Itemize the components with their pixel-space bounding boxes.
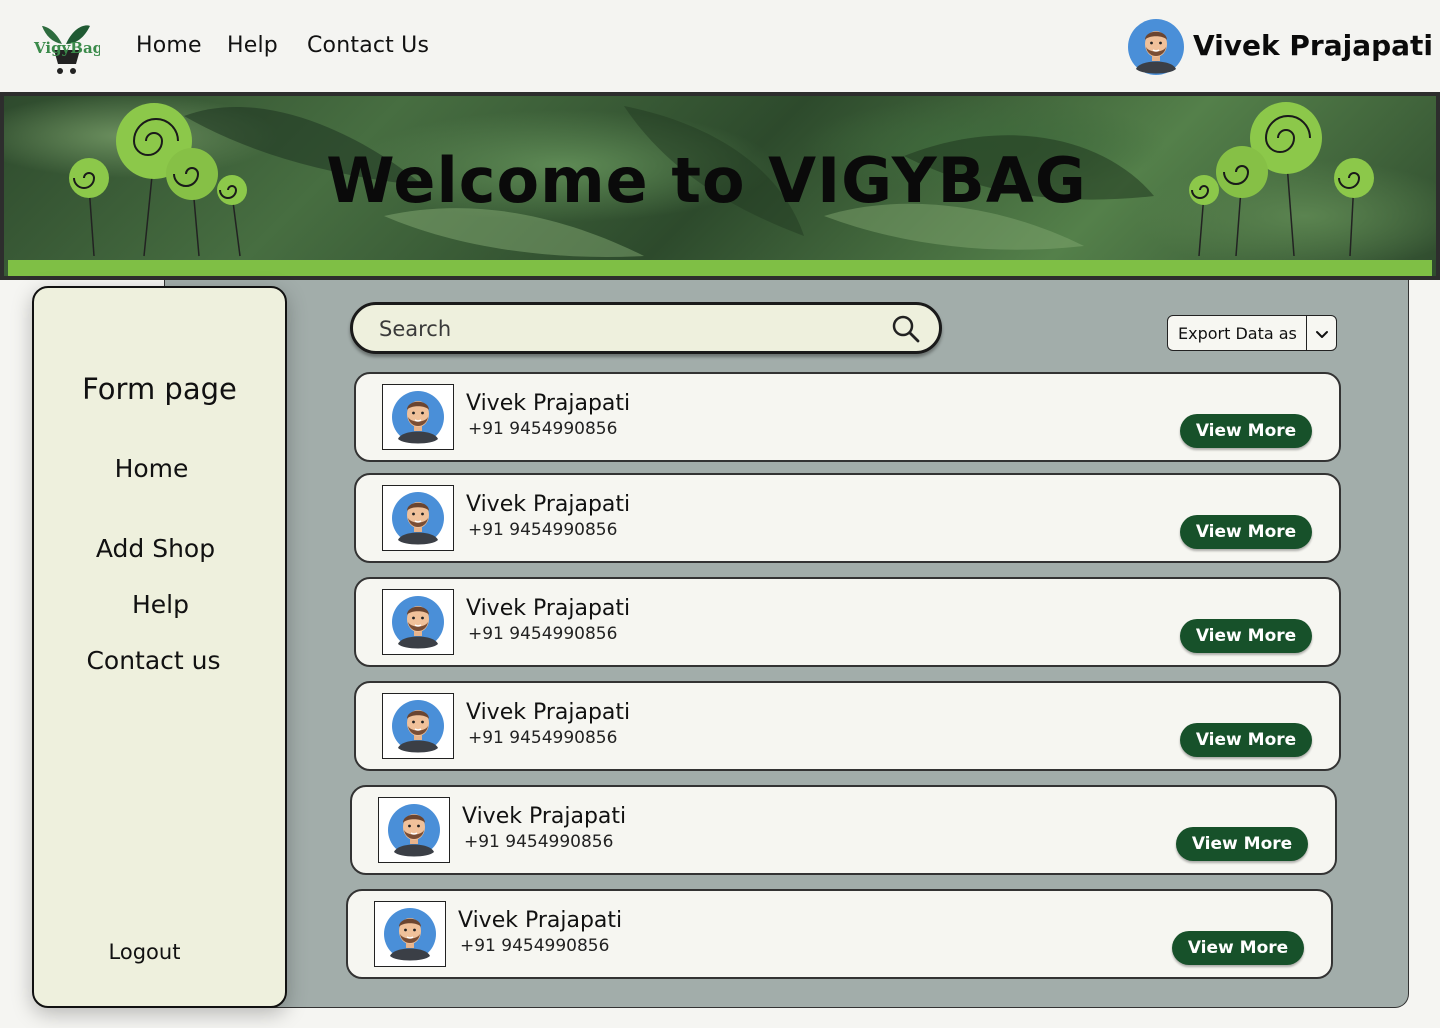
contact-name: Vivek Prajapati bbox=[466, 596, 631, 621]
contact-avatar-icon bbox=[382, 693, 454, 759]
sidebar-item-add-shop[interactable]: Add Shop bbox=[30, 534, 281, 563]
contact-card: Vivek Prajapati +91 9454990856 View More bbox=[354, 473, 1341, 563]
svg-text:VigyBag: VigyBag bbox=[33, 39, 100, 57]
contact-card: Vivek Prajapati +91 9454990856 View More bbox=[350, 785, 1337, 875]
nav-help-link[interactable]: Help bbox=[227, 33, 278, 58]
contact-avatar-icon bbox=[382, 589, 454, 655]
contact-avatar-icon bbox=[382, 384, 454, 450]
welcome-banner: Welcome to VIGYBAG bbox=[0, 92, 1440, 280]
contact-name: Vivek Prajapati bbox=[466, 700, 631, 725]
contact-card: Vivek Prajapati +91 9454990856 View More bbox=[354, 681, 1341, 771]
sidebar-item-home[interactable]: Home bbox=[26, 454, 277, 483]
contact-avatar-icon bbox=[382, 485, 454, 551]
vigybag-logo[interactable]: VigyBag bbox=[32, 22, 100, 78]
contact-name: Vivek Prajapati bbox=[466, 391, 631, 416]
contact-phone: +91 9454990856 bbox=[468, 520, 618, 540]
view-more-button[interactable]: View More bbox=[1172, 931, 1304, 965]
export-data-dropdown[interactable]: Export Data as bbox=[1167, 315, 1337, 351]
search-bar[interactable] bbox=[350, 302, 942, 354]
export-divider bbox=[1306, 316, 1307, 350]
contact-phone: +91 9454990856 bbox=[468, 624, 618, 644]
sidebar-item-help[interactable]: Help bbox=[35, 590, 286, 619]
contact-name: Vivek Prajapati bbox=[458, 908, 623, 933]
view-more-button[interactable]: View More bbox=[1180, 515, 1312, 549]
nav-home-link[interactable]: Home bbox=[136, 33, 202, 58]
sidebar: Form page Home Add Shop Help Contact us … bbox=[32, 286, 287, 1008]
contact-phone: +91 9454990856 bbox=[468, 728, 618, 748]
contact-avatar-icon bbox=[374, 901, 446, 967]
contact-name: Vivek Prajapati bbox=[466, 492, 631, 517]
contact-name: Vivek Prajapati bbox=[462, 804, 627, 829]
sidebar-item-contact-us[interactable]: Contact us bbox=[28, 646, 279, 675]
search-icon[interactable] bbox=[891, 314, 921, 344]
contact-phone: +91 9454990856 bbox=[464, 832, 614, 852]
contact-avatar-icon bbox=[378, 797, 450, 863]
export-data-label: Export Data as bbox=[1178, 324, 1297, 343]
contact-card: Vivek Prajapati +91 9454990856 View More bbox=[354, 372, 1341, 462]
view-more-button[interactable]: View More bbox=[1180, 723, 1312, 757]
view-more-button[interactable]: View More bbox=[1180, 619, 1312, 653]
contact-card: Vivek Prajapati +91 9454990856 View More bbox=[354, 577, 1341, 667]
search-input[interactable] bbox=[379, 314, 859, 344]
banner-title: Welcome to VIGYBAG bbox=[326, 144, 1087, 217]
view-more-button[interactable]: View More bbox=[1180, 414, 1312, 448]
contact-card: Vivek Prajapati +91 9454990856 View More bbox=[346, 889, 1333, 979]
sidebar-item-form-page[interactable]: Form page bbox=[34, 372, 285, 406]
user-avatar-icon[interactable] bbox=[1128, 19, 1184, 75]
contact-phone: +91 9454990856 bbox=[468, 419, 618, 439]
view-more-button[interactable]: View More bbox=[1176, 827, 1308, 861]
user-name[interactable]: Vivek Prajapati bbox=[1193, 29, 1433, 62]
sidebar-logout-button[interactable]: Logout bbox=[19, 940, 270, 964]
top-navbar: VigyBag Home Help Contact Us Vivek Praja… bbox=[0, 0, 1440, 92]
banner-image: Welcome to VIGYBAG bbox=[4, 96, 1436, 276]
nav-contact-link[interactable]: Contact Us bbox=[307, 33, 429, 58]
chevron-down-icon[interactable] bbox=[1313, 325, 1331, 343]
banner-grass-strip bbox=[8, 260, 1432, 276]
contact-phone: +91 9454990856 bbox=[460, 936, 610, 956]
